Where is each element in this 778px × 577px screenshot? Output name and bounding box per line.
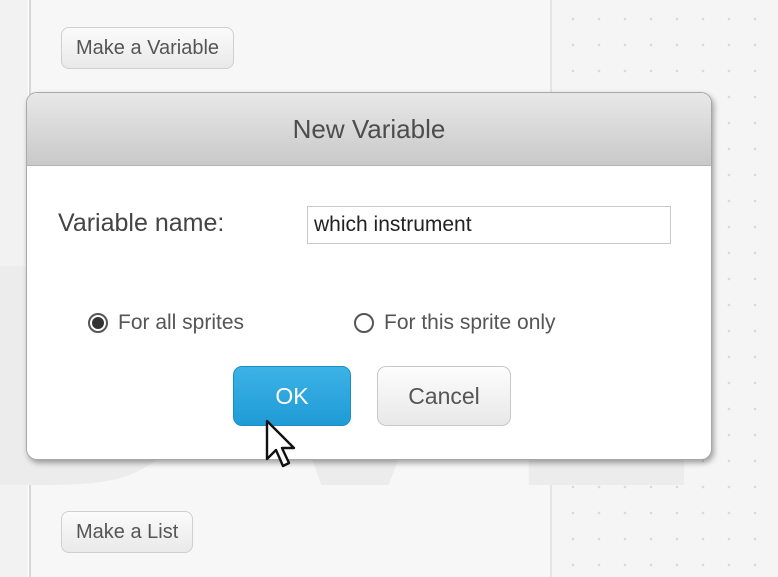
new-variable-dialog: New Variable Variable name: For all spri…: [26, 92, 712, 460]
scope-option-all-sprites[interactable]: For all sprites: [88, 306, 244, 340]
radio-selected-icon[interactable]: [88, 313, 108, 333]
scope-option-label: For all sprites: [118, 311, 245, 334]
make-list-button[interactable]: Make a List: [61, 511, 194, 553]
dialog-title-bar[interactable]: New Variable: [27, 93, 711, 166]
cancel-button[interactable]: Cancel: [377, 366, 511, 426]
scope-option-label: For this sprite only: [384, 311, 556, 334]
ok-button[interactable]: OK: [233, 366, 351, 426]
variable-name-input[interactable]: [307, 206, 671, 244]
left-panel-edge: [0, 0, 28, 577]
dialog-title: New Variable: [292, 114, 446, 144]
scratch-editor: DVE Make a Variable Make a List New Vari…: [0, 0, 778, 577]
make-variable-button[interactable]: Make a Variable: [61, 27, 235, 69]
arrow-cursor-icon: [265, 419, 296, 468]
radio-unselected-icon[interactable]: [354, 313, 374, 333]
scope-option-this-sprite[interactable]: For this sprite only: [354, 306, 556, 340]
variable-name-label: Variable name:: [58, 209, 225, 237]
